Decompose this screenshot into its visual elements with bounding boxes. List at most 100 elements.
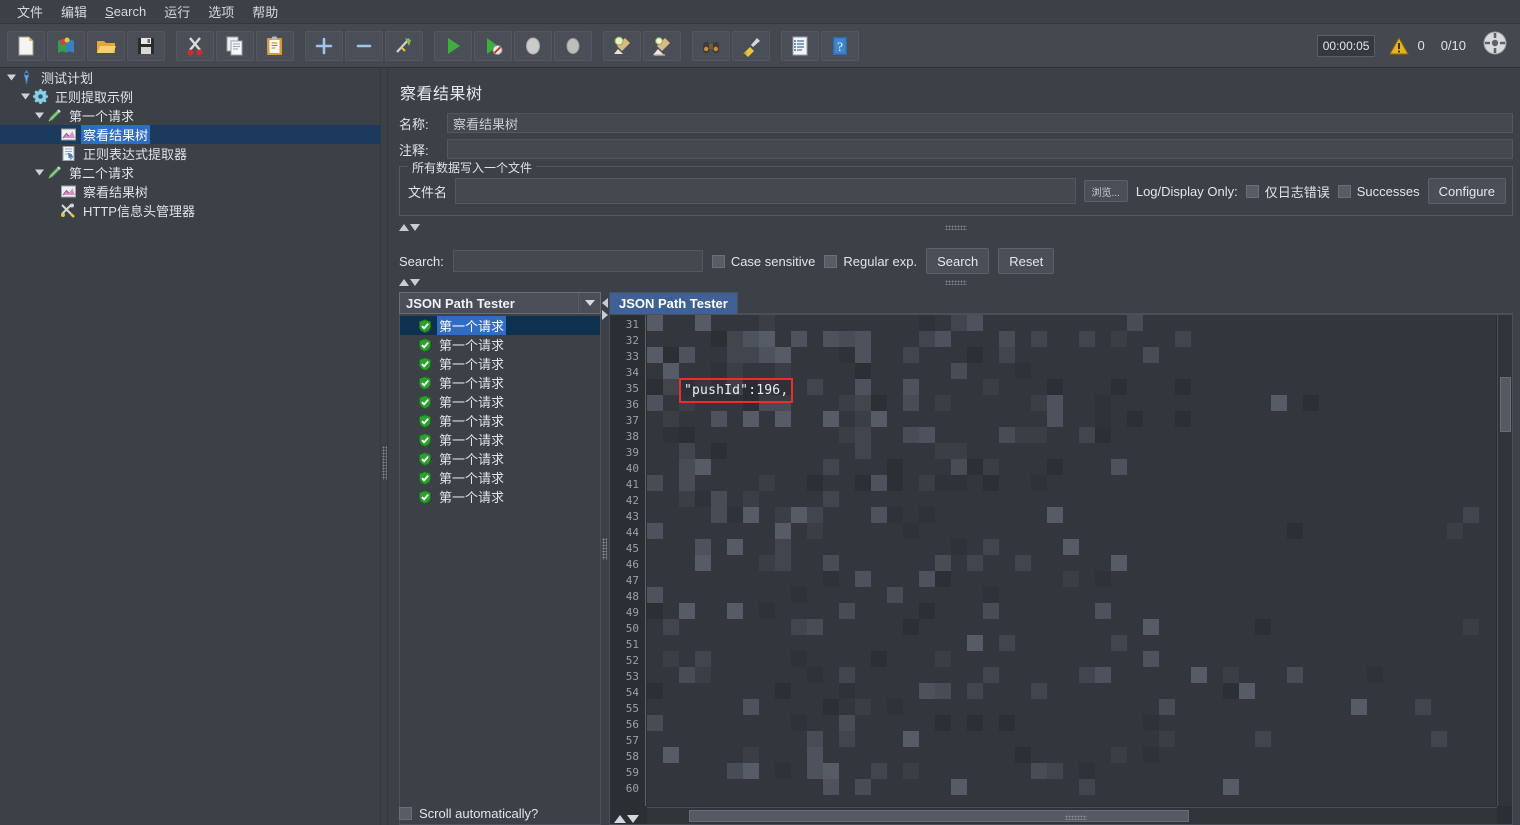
toggle-button[interactable] — [385, 30, 423, 61]
collapse-up-arrow-icon[interactable] — [399, 224, 409, 231]
start-no-pauses-button[interactable] — [474, 30, 512, 61]
expand-all-button[interactable] — [305, 30, 343, 61]
tree-toggle-open-icon[interactable] — [32, 109, 46, 123]
divider-right-arrow-icon[interactable] — [602, 310, 608, 320]
redaction-block — [855, 443, 871, 459]
collapse-all-button[interactable] — [345, 30, 383, 61]
sample-result-list[interactable]: 第一个请求 第一个请求 第一个请求 第一个请求 第一个请求 第一个请求 第一个请… — [399, 314, 601, 825]
name-input[interactable] — [447, 113, 1513, 133]
list-item[interactable]: 第一个请求 — [400, 354, 600, 373]
scroll-automatically-row[interactable]: Scroll automatically? — [399, 801, 601, 825]
successes-checkbox-box[interactable] — [1337, 184, 1351, 198]
redaction-block — [1223, 779, 1239, 795]
list-item[interactable]: 第一个请求 — [400, 373, 600, 392]
list-item[interactable]: 第一个请求 — [400, 392, 600, 411]
main-split-divider[interactable] — [380, 68, 388, 825]
chevron-down-icon[interactable] — [578, 293, 600, 313]
collapse-down-arrow-icon[interactable] — [410, 279, 420, 286]
configure-button[interactable]: Configure — [1427, 178, 1506, 204]
case-sensitive-checkbox[interactable]: Case sensitive — [711, 254, 815, 269]
list-item[interactable]: 第一个请求 — [400, 449, 600, 468]
results-inner-divider[interactable] — [601, 292, 609, 801]
comment-label: 注释: — [399, 142, 429, 158]
collapse-down-arrow-icon[interactable] — [410, 224, 420, 231]
successes-checkbox[interactable]: Successes — [1337, 184, 1420, 199]
filename-input[interactable] — [455, 178, 1076, 204]
viewer-collapse-arrows[interactable] — [614, 815, 639, 823]
function-helper-button[interactable] — [781, 30, 819, 61]
stop-all-button[interactable] — [1482, 30, 1508, 61]
search-reset-button[interactable]: Reset — [998, 248, 1055, 274]
viewer-vertical-scrollbar-thumb[interactable] — [1500, 377, 1511, 432]
browse-button[interactable]: 浏览... — [1083, 180, 1128, 202]
search-input[interactable] — [452, 250, 703, 272]
divider-left-arrow-icon[interactable] — [602, 298, 608, 308]
warning-indicator[interactable]: 0 — [1389, 36, 1425, 55]
paste-button[interactable] — [256, 30, 294, 61]
viewer-collapse-down-icon[interactable] — [627, 815, 639, 823]
list-item[interactable]: 第一个请求 — [400, 316, 600, 335]
list-item[interactable]: 第一个请求 — [400, 468, 600, 487]
menu-item-file[interactable]: 文件 — [8, 0, 52, 24]
list-item[interactable]: 第一个请求 — [400, 487, 600, 506]
tree-node-sampler-first[interactable]: 第一个请求 — [0, 106, 380, 125]
code-content[interactable]: "pushId":196, — [647, 315, 1496, 806]
tree-toggle-open-icon[interactable] — [18, 90, 32, 104]
templates-button[interactable] — [47, 30, 85, 61]
renderer-combo[interactable]: JSON Path Tester — [399, 292, 601, 314]
stop-button[interactable] — [514, 30, 552, 61]
scroll-automatically-checkbox[interactable] — [399, 806, 412, 820]
collapse-strip-lower[interactable] — [399, 276, 1513, 289]
list-item[interactable]: 第一个请求 — [400, 335, 600, 354]
jmeter-window: 文件 编辑 Search 运行 选项 帮助 ? 00:00:05 0 0/10 … — [0, 0, 1520, 825]
clear-button[interactable] — [603, 30, 641, 61]
clear-all-button[interactable] — [643, 30, 681, 61]
collapse-strip-upper[interactable] — [399, 221, 1513, 234]
tree-toggle-open-icon[interactable] — [32, 166, 46, 180]
shutdown-button[interactable] — [554, 30, 592, 61]
tree-toggle-open-icon[interactable] — [4, 71, 18, 85]
save-icon — [138, 37, 154, 54]
open-button[interactable] — [87, 30, 125, 61]
list-item[interactable]: 第一个请求 — [400, 411, 600, 430]
save-button[interactable] — [127, 30, 165, 61]
viewer-collapse-up-icon[interactable] — [614, 815, 626, 823]
redaction-block — [727, 603, 743, 619]
redaction-block — [983, 491, 999, 507]
copy-button[interactable] — [216, 30, 254, 61]
comment-input[interactable] — [447, 139, 1513, 159]
tab-json-path-tester[interactable]: JSON Path Tester — [609, 292, 738, 314]
tree-node-test-plan[interactable]: 测试计划 — [0, 68, 380, 87]
help-button[interactable]: ? — [821, 30, 859, 61]
tree-node-view-results-tree-2[interactable]: 察看结果树 — [0, 182, 380, 201]
viewer-vertical-scrollbar[interactable] — [1497, 315, 1512, 806]
help-icon: ? — [833, 36, 847, 55]
list-item[interactable]: 第一个请求 — [400, 430, 600, 449]
menu-item-edit[interactable]: 编辑 — [52, 0, 96, 24]
menu-item-run[interactable]: 运行 — [155, 0, 199, 24]
menu-item-help[interactable]: 帮助 — [243, 0, 287, 24]
menu-item-options[interactable]: 选项 — [199, 0, 243, 24]
search-reset-button[interactable] — [732, 30, 770, 61]
viewer-horizontal-scrollbar-thumb[interactable] — [689, 810, 1189, 822]
search-submit-button[interactable]: Search — [926, 248, 990, 274]
collapse-up-arrow-icon[interactable] — [399, 279, 409, 286]
new-button[interactable] — [7, 30, 45, 61]
errors-only-checkbox[interactable]: 仅日志错误 — [1245, 182, 1330, 201]
start-button[interactable] — [434, 30, 472, 61]
tree-node-regex-extractor[interactable]: 正则表达式提取器 — [0, 144, 380, 163]
tree-node-thread-group[interactable]: 正则提取示例 — [0, 87, 380, 106]
menu-item-search[interactable]: Search — [96, 1, 155, 22]
errors-only-checkbox-box[interactable] — [1245, 184, 1259, 198]
tree-node-view-results-tree-selected[interactable]: 察看结果树 — [0, 125, 380, 144]
tree-node-sampler-second[interactable]: 第二个请求 — [0, 163, 380, 182]
regular-exp-checkbox[interactable]: Regular exp. — [824, 254, 917, 269]
tree-node-header-manager[interactable]: HTTP信息头管理器 — [0, 201, 380, 220]
cut-button[interactable] — [176, 30, 214, 61]
case-sensitive-checkbox-box[interactable] — [711, 254, 725, 268]
test-plan-tree[interactable]: 测试计划 正则提取示例 第一个请求 察看结果树 正则表达式提取器 第二个请求 察… — [0, 68, 380, 825]
regular-exp-checkbox-box[interactable] — [824, 254, 838, 268]
redaction-block — [775, 763, 791, 779]
line-number: 53 — [625, 670, 639, 683]
search-button[interactable] — [692, 30, 730, 61]
